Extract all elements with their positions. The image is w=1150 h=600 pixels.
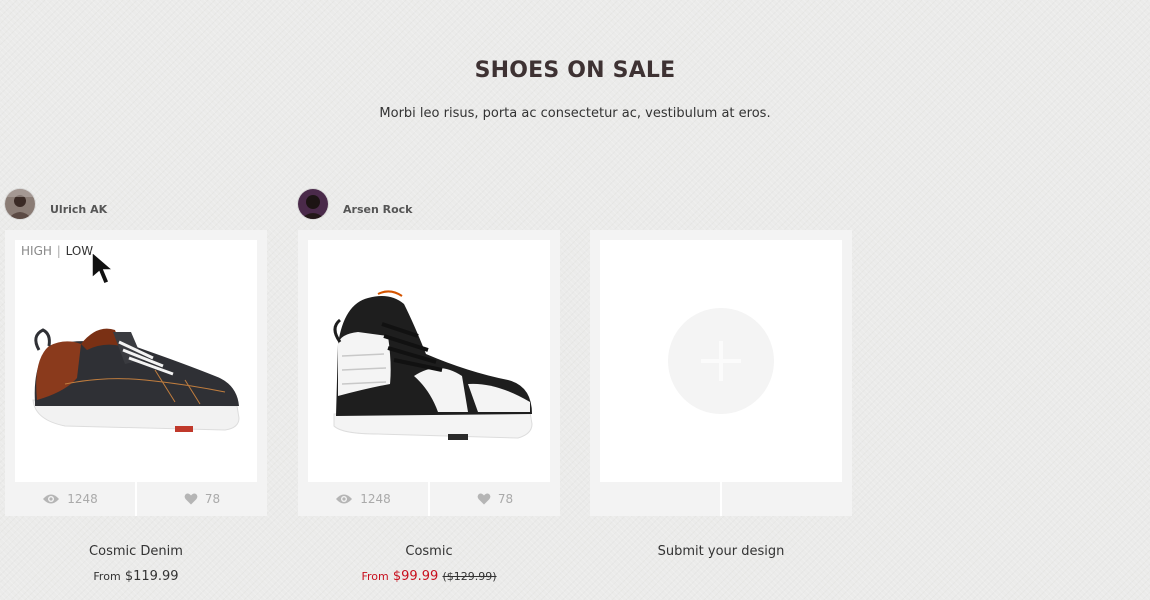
views-stat: 1248 [5, 482, 135, 516]
submit-design-link[interactable]: Submit your design [590, 544, 852, 559]
add-design-button[interactable] [668, 308, 774, 414]
price-current: $99.99 [392, 569, 439, 584]
footer-cell [590, 482, 720, 516]
avatar[interactable] [5, 189, 35, 219]
heart-icon[interactable] [184, 493, 198, 505]
product-card-cosmic[interactable]: 1248 78 [298, 230, 560, 516]
sneaker-high-image [333, 290, 533, 440]
likes-stat[interactable]: 78 [135, 482, 267, 516]
author-ulrich[interactable]: Ulrich AK [5, 188, 107, 220]
price-current: $119.99 [124, 569, 179, 584]
price-from-label: From [361, 570, 389, 583]
toggle-separator: | [56, 244, 61, 258]
likes-stat[interactable]: 78 [428, 482, 560, 516]
likes-count: 78 [204, 492, 221, 506]
page-subtitle: Morbi leo risus, porta ac consectetur ac… [379, 106, 771, 121]
plus-icon[interactable] [668, 308, 774, 414]
views-stat: 1248 [298, 482, 428, 516]
product-stats: 1248 78 [5, 482, 267, 516]
product-name[interactable]: Cosmic [298, 544, 560, 559]
submit-design-area[interactable] [600, 240, 842, 482]
author-name[interactable]: Ulrich AK [50, 203, 107, 216]
likes-count: 78 [497, 492, 514, 506]
product-stats: 1248 78 [298, 482, 560, 516]
product-price: From $119.99 [5, 569, 267, 584]
toggle-high[interactable]: HIGH [21, 244, 52, 258]
author-name[interactable]: Arsen Rock [343, 203, 412, 216]
submit-card-footer [590, 482, 852, 516]
views-count: 1248 [67, 492, 98, 506]
avatar[interactable] [298, 189, 328, 219]
mouse-pointer-icon [91, 250, 116, 285]
eye-icon [336, 494, 353, 504]
high-low-toggle[interactable]: HIGH | LOW [21, 244, 93, 258]
product-image[interactable]: HIGH | LOW [15, 240, 257, 482]
page-title: SHOES ON SALE [474, 58, 676, 83]
author-arsen[interactable]: Arsen Rock [298, 188, 412, 220]
heart-icon[interactable] [477, 493, 491, 505]
product-image[interactable] [308, 240, 550, 482]
product-card-cosmic-denim[interactable]: HIGH | LOW 1248 78 [5, 230, 267, 516]
product-price: From $99.99 ($129.99) [298, 569, 560, 584]
views-count: 1248 [360, 492, 391, 506]
sneaker-low-image [32, 328, 240, 432]
eye-icon [43, 494, 60, 504]
price-original: ($129.99) [442, 570, 497, 583]
price-from-label: From [93, 570, 121, 583]
product-name[interactable]: Cosmic Denim [5, 544, 267, 559]
submit-design-card[interactable] [590, 230, 852, 516]
footer-cell [720, 482, 852, 516]
